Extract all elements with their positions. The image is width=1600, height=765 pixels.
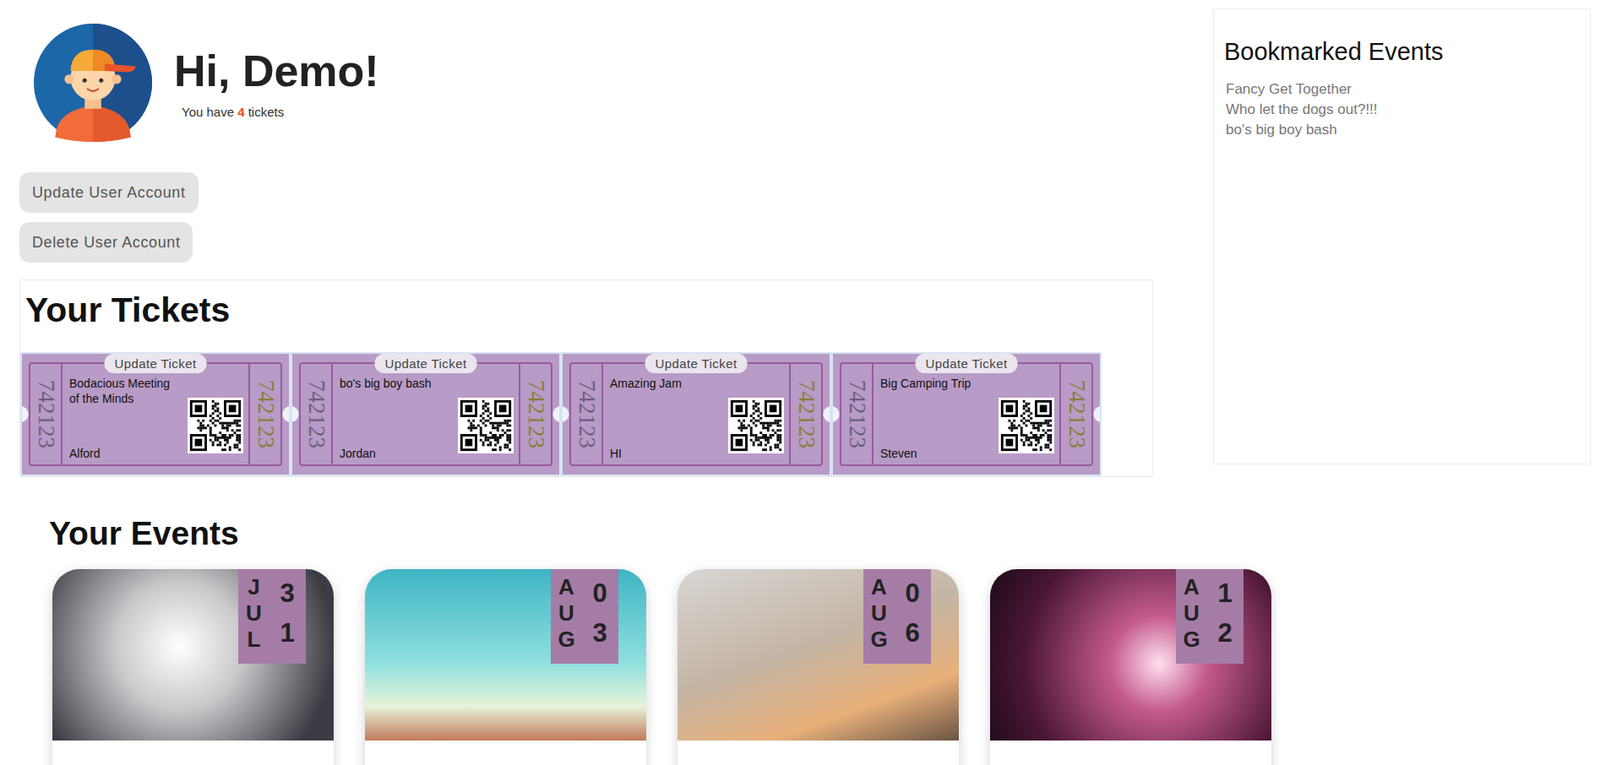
date-badge: AUG 06 <box>863 569 931 664</box>
ticket-frame: 742123 Big Camping Trip Steven 742123 <box>839 362 1094 467</box>
greeting-title: Hi, Demo! <box>174 46 380 98</box>
update-ticket-button[interactable]: Update Ticket <box>645 353 748 374</box>
ticket-serial: 742123 <box>1065 380 1089 449</box>
greeting: Hi, Demo! You have 4 tickets <box>174 46 380 120</box>
qr-code-icon <box>998 397 1055 454</box>
date-badge: AUG 12 <box>1175 569 1244 664</box>
ticket-event: Amazing Jam <box>609 375 724 392</box>
ticket-text: Amazing Jam HI <box>609 375 724 462</box>
event-card[interactable]: AUG 06 <box>677 569 959 765</box>
update-ticket-button[interactable]: Update Ticket <box>915 353 1018 374</box>
bookmark-item[interactable]: bo's big boy bash <box>1225 119 1587 141</box>
date-day: 31 <box>274 574 301 659</box>
account-buttons: Update User Account Delete User Account <box>19 172 1154 263</box>
ticket-serial: 742123 <box>524 380 548 449</box>
bookmark-item[interactable]: Who let the dogs out?!!! <box>1225 99 1587 120</box>
ticket-body: Amazing Jam HI <box>603 364 790 465</box>
date-day: 03 <box>587 574 614 659</box>
bookmarks-title: Bookmarked Events <box>1224 38 1590 66</box>
ticket-stub: 742123 <box>1059 364 1092 465</box>
ticket-holder: HI <box>609 446 724 462</box>
main-column: Hi, Demo! You have 4 tickets Update User A… <box>19 8 1154 478</box>
ticket-holder: Steven <box>880 446 994 462</box>
bookmarks-panel: Bookmarked Events Fancy Get TogetherWho l… <box>1213 8 1591 465</box>
event-body <box>677 740 959 765</box>
ticket-strip[interactable]: Update Ticket 742123 Bodacious Meeting of … <box>20 345 1153 477</box>
ticket-serial: 742123 <box>794 380 818 449</box>
update-ticket-button[interactable]: Update Ticket <box>104 353 207 374</box>
ticket-serial: 742123 <box>304 380 328 449</box>
profile-page: Hi, Demo! You have 4 tickets Update User A… <box>0 0 1600 765</box>
ticket: Update Ticket 742123 Bodacious Meeting of … <box>20 352 291 477</box>
ticket-frame: 742123 bo's big boy bash Jordan 742123 <box>299 362 553 467</box>
ticket-body: Big Camping Trip Steven <box>873 364 1060 465</box>
ticket-event: Bodacious Meeting of the Minds <box>69 375 183 407</box>
ticket-stub: 742123 <box>300 364 333 465</box>
ticket-stub: 742123 <box>841 364 874 465</box>
date-badge: JUL 31 <box>238 569 306 664</box>
ticket-text: bo's big boy bash Jordan <box>339 375 453 462</box>
profile-header: Hi, Demo! You have 4 tickets <box>33 23 1154 142</box>
ticket-stub: 742123 <box>571 364 604 465</box>
account-button[interactable]: Delete User Account <box>19 222 193 263</box>
tickets-title: Your Tickets <box>20 280 1153 346</box>
ticket: Update Ticket 742123 Amazing Jam HI 742123 <box>560 352 832 477</box>
date-badge: AUG 03 <box>550 569 619 664</box>
ticket-stub: 742123 <box>789 364 822 465</box>
ticket-body: bo's big boy bash Jordan <box>332 364 519 465</box>
ticket-holder: Jordan <box>339 446 453 462</box>
event-body <box>364 740 647 765</box>
event-card[interactable]: AUG 12 <box>990 569 1272 765</box>
ticket-frame: 742123 Amazing Jam HI 742123 <box>569 362 823 467</box>
ticket-serial: 742123 <box>845 380 869 449</box>
qr-code-icon <box>457 397 514 454</box>
ticket-body: Bodacious Meeting of the Minds Alford <box>62 364 249 465</box>
qr-code-icon <box>728 397 784 454</box>
ticket-event: bo's big boy bash <box>339 375 453 392</box>
ticket-serial: 742123 <box>34 380 58 449</box>
ticket-count: You have 4 tickets <box>181 104 380 120</box>
ticket-stub: 742123 <box>518 364 551 465</box>
update-ticket-button[interactable]: Update Ticket <box>375 353 478 374</box>
date-month: AUG <box>556 574 579 659</box>
ticket-frame: 742123 Bodacious Meeting of the Minds Alfo… <box>28 362 283 467</box>
ticket-event: Big Camping Trip <box>880 375 994 392</box>
ticket-serial: 742123 <box>254 380 278 449</box>
event-card[interactable]: JUL 31 <box>52 569 334 765</box>
event-card[interactable]: AUG 03 <box>364 569 647 765</box>
ticket-stub: 742123 <box>30 364 63 465</box>
ticket-holder: Alford <box>69 446 183 462</box>
qr-code-icon <box>187 397 244 454</box>
date-day: 06 <box>899 574 926 659</box>
top-row: Hi, Demo! You have 4 tickets Update User A… <box>19 8 1591 478</box>
bookmark-list: Fancy Get TogetherWho let the dogs out?!… <box>1224 76 1590 452</box>
tickets-panel: Your Tickets Update Ticket 742123 Bodacious… <box>19 279 1154 478</box>
events-section: Your Events JUL 31 AUG 03 AUG 06 AUG 12 <box>19 477 1591 765</box>
ticket: Update Ticket 742123 Big Camping Trip Steve… <box>831 352 1102 477</box>
bookmark-item[interactable]: Fancy Get Together <box>1225 79 1587 100</box>
account-button[interactable]: Update User Account <box>19 172 199 213</box>
date-month: JUL <box>244 574 267 659</box>
event-body <box>990 740 1272 765</box>
ticket-count-number: 4 <box>237 104 245 120</box>
ticket-text: Big Camping Trip Steven <box>880 375 994 462</box>
date-month: AUG <box>1181 574 1204 659</box>
ticket: Update Ticket 742123 bo's big boy bash Jord… <box>290 352 561 477</box>
avatar-icon <box>33 23 153 142</box>
event-cards: JUL 31 AUG 03 AUG 06 AUG 12 <box>48 569 1591 765</box>
event-body <box>52 740 334 765</box>
ticket-text: Bodacious Meeting of the Minds Alford <box>69 375 183 462</box>
date-day: 12 <box>1212 574 1239 659</box>
date-month: AUG <box>869 574 892 659</box>
events-title: Your Events <box>48 515 1591 553</box>
ticket-stub: 742123 <box>248 364 281 465</box>
ticket-serial: 742123 <box>575 380 599 449</box>
